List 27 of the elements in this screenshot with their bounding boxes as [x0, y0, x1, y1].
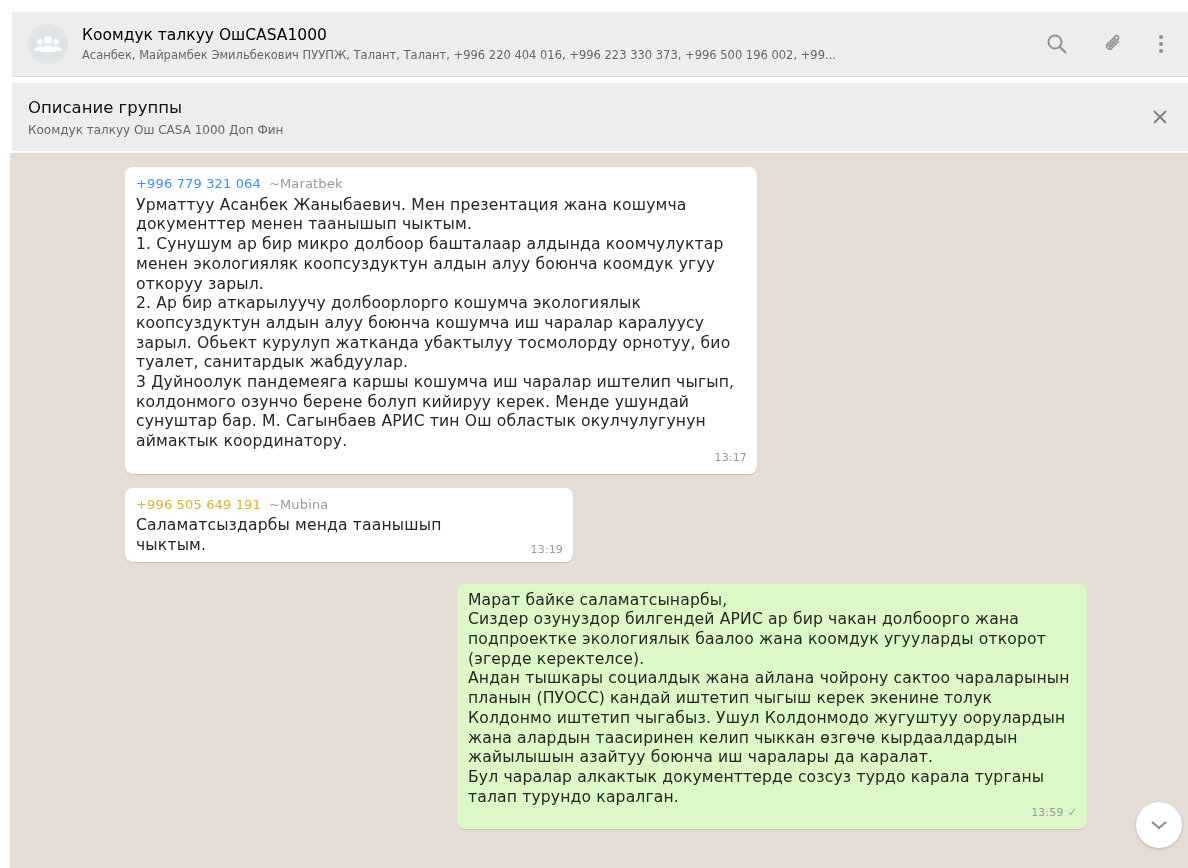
panel-title: Описание группы: [28, 97, 184, 117]
members-list: Асанбек, Майрамбек Эмильбекович ПУУПЖ, Талант, Талант, +996 220 404 016, +996 223 330 373, +996 500 196 002, +99...: [82, 48, 1028, 62]
message-text: 1. Сунушум ар бир микро долбоор башталаар алдында коомчулуктар менен экологияляк коопсуздуктун алдын алуу боюнча коомдук угуу откоруу зарыл.: [136, 235, 725, 295]
message-time: 13:17: [714, 449, 747, 466]
sender-name: ~Maratbek: [268, 175, 343, 193]
message-text: Урматтуу Асанбек Жаныбаевич. Мен презентация жана кошумча документтер менен таанышып чыктым.: [136, 195, 688, 235]
sent-tick: ✓: [1067, 805, 1077, 822]
scroll-down-button[interactable]: [1136, 802, 1182, 848]
sender-phone[interactable]: +996 505 649 191: [136, 494, 261, 515]
sender-phone[interactable]: +996 779 321 064: [136, 174, 261, 194]
sender-name: ~Mubina: [268, 495, 329, 514]
message-text: Саламатсыздарбы менда таанышып чыктым.: [136, 516, 443, 556]
message-time: 13:59: [1031, 805, 1064, 822]
search-icon: [1046, 33, 1068, 55]
message-text: Андан тышкары социалдык жана айлана чойрону сактоо чараларынын планын (ПУОСС) кандай иштетип чыгыш керек экенине толук Колдонмо иштетип чыгабыз. Ушул Колдонмодо жугуштуу оорулардын жана алардын таасиринен келип чыккан өзгөчө кырдаалдардын жайылышын азайтуу боюнча иш чаралары да каралат.: [468, 669, 1071, 768]
message-text: Бул чаралар алкактык документтерде созсуз турдо карала турганы талап турундо каралган.: [468, 768, 1046, 808]
chevron-down-icon: [1150, 820, 1168, 830]
group-icon: [35, 35, 61, 53]
message-text: 2. Ар бир аткарылуучу долбоорлорго кошумча экологиялык коопсуздуктун алдын алуу боюнча кошумча иш чаралар каралуусу зарыл. Обьект курулуп жатканда убактылуу тосмолорду орнотуу, био туалет, санитардык жабдуулар.: [136, 294, 732, 374]
message-time: 13:19: [530, 541, 563, 558]
message-text: Сиздер озунуздор билгендей АРИС ар бир чакан долбоорго жана подпроектке экологиялык баалоо жана коомдук угууларды откорот (эгерде керектелсе).: [468, 610, 1047, 670]
menu-icon: [1158, 34, 1164, 54]
message-text: Марат байке саламатсынарбы,: [468, 590, 729, 611]
group-description: Коомдук талкуу Ош CASA 1000 Доп Фин: [28, 122, 285, 137]
chat-title: Коомдук талкуу ОшCASA1000: [82, 26, 328, 44]
message-text: 3 Дуйноолук пандемеяга каршы кошумча иш чаралар иштелип чыгып, колдонмого озунчо берене болуп кийируу керек. Менде ушундай сунуштар бар. М. Сагынбаев АРИС тин Ош областык окулчулугунун аймактык координатору.: [136, 373, 736, 452]
close-icon: [1152, 109, 1168, 125]
